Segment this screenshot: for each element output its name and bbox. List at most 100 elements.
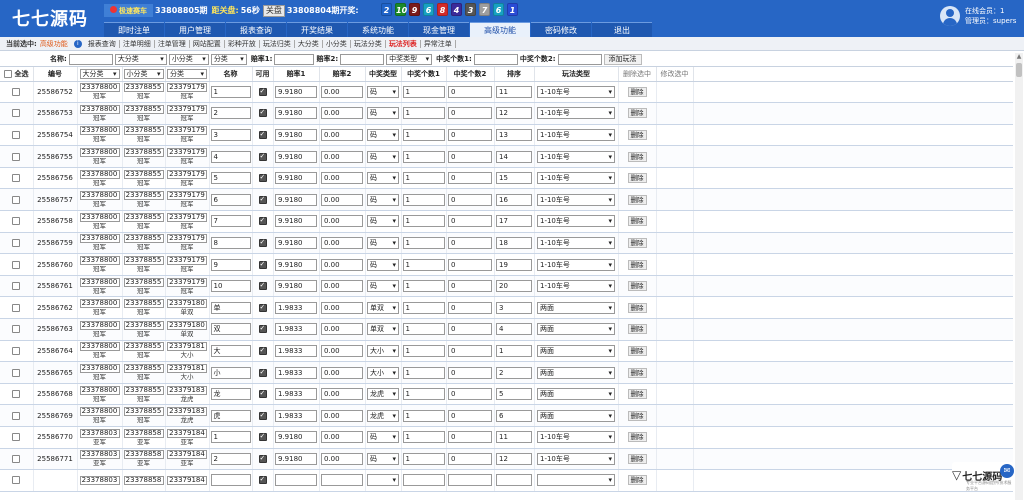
name-input[interactable]: 7 bbox=[210, 215, 251, 228]
prize-count1-input[interactable]: 1 bbox=[402, 236, 445, 249]
enabled-checkbox[interactable] bbox=[258, 173, 267, 183]
odds2-input[interactable] bbox=[340, 53, 385, 65]
prize-count1-input[interactable]: 1 bbox=[402, 301, 445, 314]
odds1-input[interactable] bbox=[274, 53, 315, 65]
sub-nav-link[interactable]: 注单管理 bbox=[155, 39, 190, 48]
prize-count2-input[interactable]: 0 bbox=[448, 150, 492, 163]
sort-input[interactable]: 11 bbox=[496, 85, 532, 98]
prize-type-select[interactable]: 码 bbox=[367, 193, 399, 206]
prize-count2-input[interactable]: 0 bbox=[448, 85, 492, 98]
sub-nav-link[interactable]: 玩法列表 bbox=[386, 39, 421, 48]
small-class-code[interactable]: 23378855 bbox=[123, 191, 164, 201]
select-all-header[interactable]: 全选 bbox=[0, 67, 34, 82]
big-class-code[interactable]: 23378800 bbox=[79, 277, 120, 287]
name-input[interactable] bbox=[68, 53, 113, 65]
big-class-code[interactable]: 23378803 bbox=[79, 428, 120, 438]
prize-count2-input[interactable]: 0 bbox=[448, 323, 492, 336]
name-input[interactable]: 1 bbox=[210, 85, 251, 98]
play-type-select[interactable]: 两面 bbox=[537, 323, 615, 336]
sort-input[interactable]: 16 bbox=[496, 193, 532, 206]
delete-button[interactable]: 删除 bbox=[627, 108, 647, 119]
name-input[interactable]: 6 bbox=[210, 193, 251, 206]
play-type-select[interactable]: 1-10车号 bbox=[537, 280, 615, 293]
odds2-input[interactable] bbox=[321, 474, 363, 487]
delete-button[interactable]: 删除 bbox=[627, 345, 647, 356]
odds2-input[interactable]: 0.00 bbox=[321, 366, 363, 379]
play-type-select[interactable]: 1-10车号 bbox=[537, 193, 615, 206]
enabled-checkbox[interactable] bbox=[258, 324, 267, 334]
enabled-checkbox[interactable] bbox=[258, 195, 267, 204]
add-play-button[interactable]: 添加玩法 bbox=[603, 53, 642, 65]
category-code[interactable]: 23379179 bbox=[167, 148, 207, 158]
name-input[interactable]: 大 bbox=[210, 344, 251, 357]
prize-type-select[interactable]: 码 bbox=[367, 431, 399, 444]
avatar-icon[interactable] bbox=[940, 6, 960, 26]
nav-item[interactable]: 即时注单 bbox=[104, 22, 164, 37]
delete-button[interactable]: 删除 bbox=[627, 432, 647, 443]
category-header-select[interactable]: 分类 bbox=[167, 68, 207, 79]
prize-type-select[interactable]: 龙虎 bbox=[367, 409, 399, 422]
prize-count1-input[interactable]: 1 bbox=[402, 366, 445, 379]
small-class-code[interactable]: 23378858 bbox=[123, 450, 164, 460]
category-select[interactable]: 分类 bbox=[210, 53, 247, 65]
name-input[interactable]: 4 bbox=[210, 150, 251, 163]
row-checkbox[interactable] bbox=[12, 390, 21, 399]
delete-button[interactable]: 删除 bbox=[627, 194, 647, 205]
play-type-select[interactable]: 1-10车号 bbox=[537, 128, 615, 141]
big-class-code[interactable]: 23378800 bbox=[79, 385, 120, 395]
odds2-input[interactable]: 0.00 bbox=[321, 172, 363, 185]
odds2-input[interactable]: 0.00 bbox=[321, 388, 363, 401]
scroll-up-icon[interactable]: ▲ bbox=[1015, 53, 1023, 61]
prize-count1-input[interactable]: 1 bbox=[402, 172, 445, 185]
prize-count1-input[interactable]: 1 bbox=[402, 107, 445, 120]
row-checkbox[interactable] bbox=[12, 174, 21, 183]
category-code[interactable]: 23379179 bbox=[167, 104, 207, 114]
enabled-checkbox[interactable] bbox=[258, 303, 267, 312]
enabled-checkbox[interactable] bbox=[258, 260, 267, 269]
name-input[interactable]: 9 bbox=[210, 258, 251, 271]
select-all-checkbox[interactable] bbox=[4, 69, 13, 78]
prize-count2-input[interactable]: 0 bbox=[448, 172, 492, 185]
small-class-code[interactable]: 23378855 bbox=[123, 320, 164, 330]
enabled-checkbox[interactable] bbox=[258, 87, 267, 96]
play-type-select[interactable]: 1-10车号 bbox=[537, 431, 615, 444]
small-class-code[interactable]: 23378855 bbox=[123, 148, 164, 158]
prize-count1-input[interactable]: 1 bbox=[402, 344, 445, 357]
prize-count2-input[interactable]: 0 bbox=[448, 301, 492, 314]
enabled-checkbox[interactable] bbox=[258, 432, 267, 442]
sort-input[interactable]: 17 bbox=[496, 215, 532, 228]
odds1-input[interactable]: 1.9833 bbox=[275, 366, 317, 379]
name-input[interactable] bbox=[210, 474, 251, 487]
nav-item[interactable]: 报表查询 bbox=[226, 22, 286, 37]
row-checkbox[interactable] bbox=[12, 368, 21, 377]
sort-input[interactable]: 13 bbox=[496, 128, 532, 141]
sort-input[interactable]: 12 bbox=[496, 452, 532, 465]
name-input[interactable]: 小 bbox=[210, 366, 251, 379]
category-code[interactable]: 23379179 bbox=[167, 212, 207, 222]
big-class-header-select[interactable]: 大分类 bbox=[79, 68, 120, 79]
big-class-code[interactable]: 23378800 bbox=[79, 169, 120, 179]
category-code[interactable]: 23379179 bbox=[167, 277, 207, 287]
big-class-code[interactable]: 23378800 bbox=[79, 83, 120, 93]
sub-nav-link[interactable]: 彩种开放 bbox=[225, 39, 260, 48]
small-class-code[interactable]: 23378855 bbox=[123, 234, 164, 244]
prize-count1-input[interactable] bbox=[402, 474, 445, 487]
play-type-select[interactable]: 两面 bbox=[537, 301, 615, 314]
big-class-code[interactable]: 23378800 bbox=[79, 342, 120, 352]
name-input[interactable]: 2 bbox=[210, 452, 251, 465]
name-input[interactable]: 8 bbox=[210, 236, 251, 249]
sub-nav-link[interactable]: 玩法归类 bbox=[260, 39, 295, 48]
prize-type-select[interactable]: 码 bbox=[367, 280, 399, 293]
odds2-input[interactable]: 0.00 bbox=[321, 323, 363, 336]
odds1-input[interactable] bbox=[275, 474, 317, 487]
sort-input[interactable]: 15 bbox=[496, 172, 532, 185]
row-checkbox[interactable] bbox=[12, 454, 21, 463]
name-input[interactable]: 双 bbox=[210, 323, 251, 336]
sort-input[interactable]: 1 bbox=[496, 344, 532, 357]
prize-count1-input[interactable]: 1 bbox=[402, 409, 445, 422]
category-code[interactable]: 23379179 bbox=[167, 83, 207, 93]
delete-button[interactable]: 删除 bbox=[627, 281, 647, 292]
prize-count2-input[interactable]: 0 bbox=[448, 452, 492, 465]
lottery-name-tab[interactable]: 极速赛车 bbox=[104, 4, 153, 17]
small-class-header-select[interactable]: 小分类 bbox=[123, 68, 164, 79]
